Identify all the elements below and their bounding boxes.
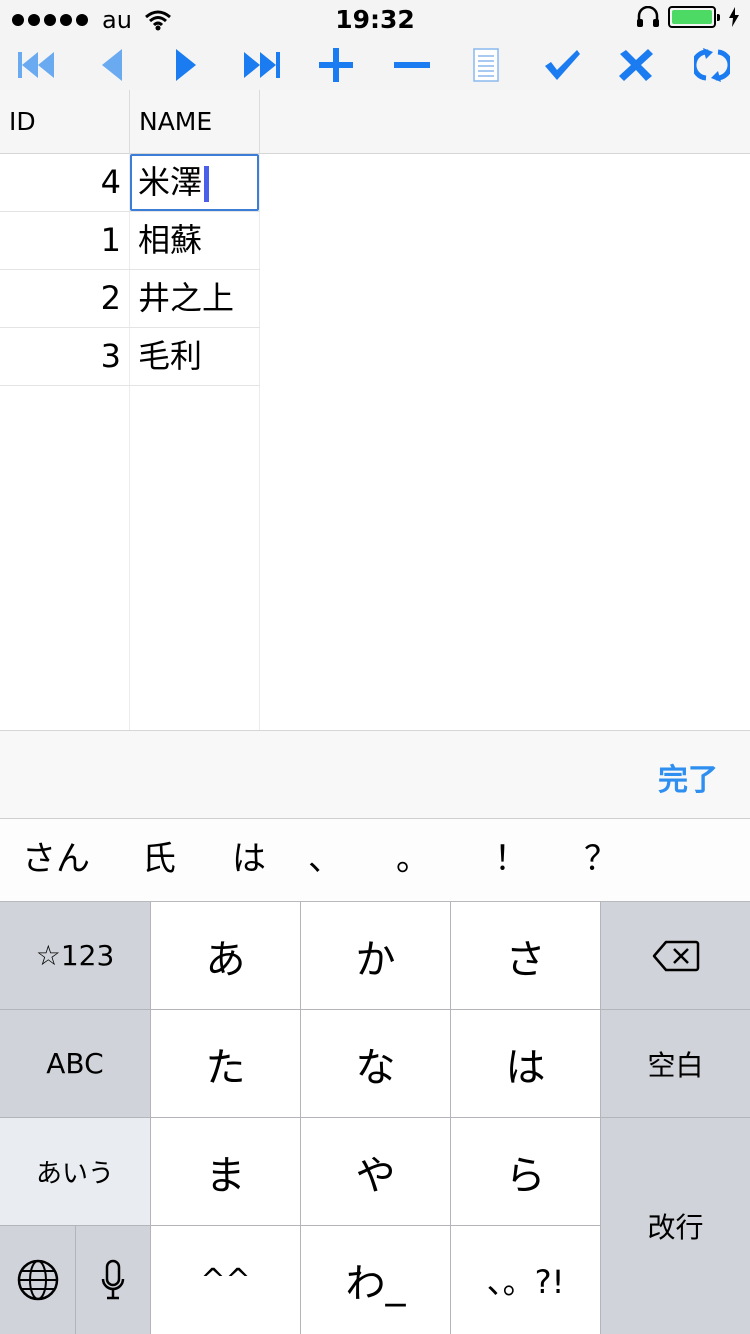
cell-name[interactable]: 毛利 (130, 328, 259, 385)
document-icon (473, 48, 499, 82)
headphones-icon (637, 6, 659, 27)
charging-bolt-icon (729, 7, 739, 27)
last-record-icon (244, 52, 280, 78)
table-row[interactable]: 1 相蘇 (0, 212, 260, 270)
cell-name[interactable]: 相蘇 (130, 212, 259, 269)
previous-record-icon (102, 49, 122, 81)
next-record-button[interactable] (164, 44, 208, 86)
grid-header: ID NAME (0, 90, 750, 154)
candidate-word[interactable]: 、 (308, 837, 342, 881)
cell-id[interactable]: 1 (0, 212, 129, 269)
add-record-button[interactable] (314, 44, 358, 86)
kana-key-na[interactable]: な (301, 1010, 450, 1117)
backspace-key[interactable] (601, 902, 750, 1009)
first-record-button[interactable] (14, 44, 58, 86)
cell-name-text: 米澤 (138, 163, 203, 201)
next-record-icon (176, 49, 196, 81)
cell-name-editing[interactable]: 米澤 (130, 154, 259, 211)
record-toolbar (0, 40, 750, 90)
battery-icon (668, 6, 720, 28)
prediction-bar: さん 氏 は 、 。 ！ ？ (0, 819, 750, 902)
kana-key-ya[interactable]: や (301, 1118, 450, 1225)
status-right (636, 6, 740, 28)
candidate-word[interactable]: さん (22, 837, 90, 881)
refresh-button[interactable] (690, 44, 734, 86)
confirm-button[interactable] (540, 44, 584, 86)
candidate-word[interactable]: ？ (584, 837, 618, 881)
microphone-icon (101, 1259, 125, 1300)
refresh-icon (694, 48, 730, 82)
candidate-word[interactable]: ！ (494, 837, 528, 881)
cell-id[interactable]: 4 (0, 154, 129, 211)
keyboard-accessory-bar: 完了 (0, 730, 750, 819)
table-row[interactable]: 2 井之上 (0, 270, 260, 328)
kana-key-wa[interactable]: わ_ (301, 1226, 450, 1334)
kana-key-sa[interactable]: さ (451, 902, 600, 1009)
document-button[interactable] (464, 44, 508, 86)
last-record-button[interactable] (240, 44, 284, 86)
kana-key-a[interactable]: あ (151, 902, 300, 1009)
table-row[interactable]: 4 米澤 (0, 154, 260, 212)
candidate-word[interactable]: 。 (396, 837, 430, 881)
space-key[interactable]: 空白 (601, 1010, 750, 1117)
cell-id[interactable]: 2 (0, 270, 129, 327)
globe-icon (17, 1259, 58, 1301)
kana-key-ra[interactable]: ら (451, 1118, 600, 1225)
delete-record-icon (394, 62, 430, 68)
column-header-id[interactable]: ID (0, 90, 130, 154)
kana-key-ha[interactable]: は (451, 1010, 600, 1117)
globe-key[interactable] (0, 1226, 75, 1334)
done-button[interactable]: 完了 (658, 755, 718, 799)
kana-key-ma[interactable]: ま (151, 1118, 300, 1225)
confirm-icon (545, 50, 580, 80)
table-row[interactable]: 3 毛利 (0, 328, 260, 386)
status-bar: au 19:32 (0, 0, 750, 40)
cell-id[interactable]: 3 (0, 328, 129, 385)
add-record-icon (319, 48, 353, 82)
kana-key-ta[interactable]: た (151, 1010, 300, 1117)
dictation-key[interactable] (76, 1226, 150, 1334)
kana-mode-key[interactable]: あいう (0, 1118, 150, 1225)
emoticon-key[interactable]: ^^ (151, 1226, 300, 1334)
backspace-icon (652, 940, 699, 971)
kana-keyboard: ☆123 あ か さ ABC た な は 空白 あいう ま や ら 改行 ^^ … (0, 902, 750, 1334)
cancel-icon (619, 49, 653, 81)
data-grid: 4 米澤 1 相蘇 2 井之上 3 毛利 (0, 154, 750, 730)
candidate-word[interactable]: は (232, 837, 266, 881)
kana-key-ka[interactable]: か (301, 902, 450, 1009)
column-header-name[interactable]: NAME (130, 90, 260, 154)
previous-record-button[interactable] (90, 44, 134, 86)
return-key[interactable]: 改行 (601, 1118, 750, 1334)
cell-name[interactable]: 井之上 (130, 270, 259, 327)
punctuation-key[interactable]: 、。?! (451, 1226, 600, 1334)
delete-record-button[interactable] (390, 44, 434, 86)
abc-key[interactable]: ABC (0, 1010, 150, 1117)
symbols-key[interactable]: ☆123 (0, 902, 150, 1009)
first-record-icon (18, 52, 54, 78)
cancel-button[interactable] (614, 44, 658, 86)
text-caret (204, 166, 210, 202)
candidate-word[interactable]: 氏 (142, 837, 176, 881)
